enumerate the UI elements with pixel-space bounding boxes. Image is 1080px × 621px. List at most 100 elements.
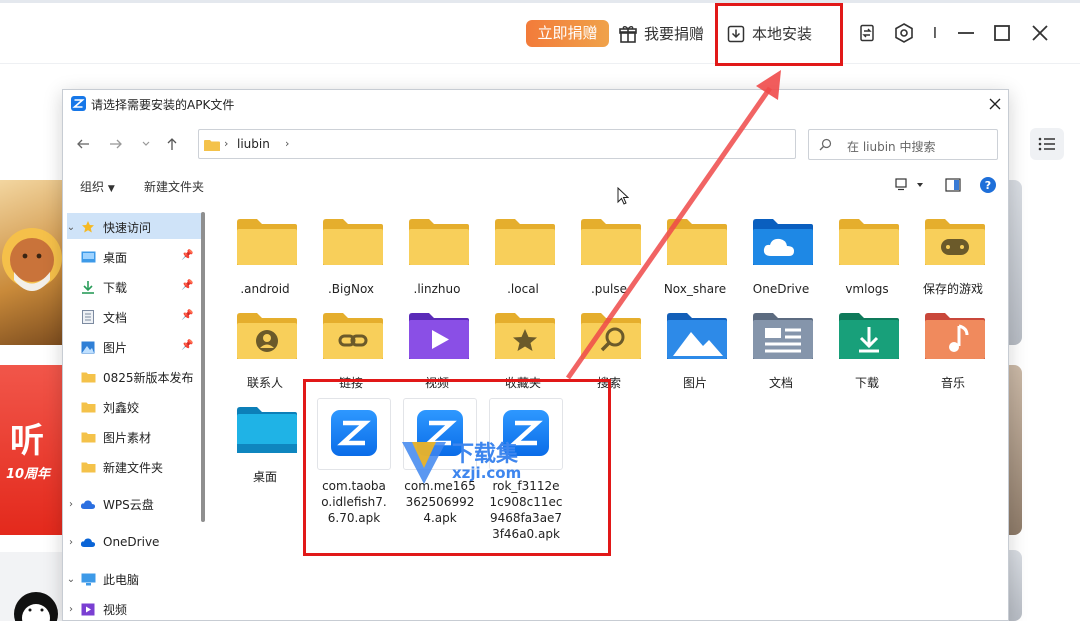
nav-scrollbar[interactable]: [201, 212, 205, 522]
path-segment[interactable]: liubin: [237, 137, 270, 151]
file-label: vmlogs: [845, 282, 889, 296]
nav-item-label: 文档: [103, 310, 128, 325]
download-icon: [79, 280, 97, 295]
folder-linzhuo[interactable]: .linzhuo: [395, 210, 479, 296]
dialog-close-button[interactable]: [985, 94, 1005, 114]
folder-icon: [323, 219, 383, 265]
pin-icon[interactable]: 📌: [181, 340, 193, 351]
file-label: 文档: [768, 376, 793, 390]
file-label: .linzhuo: [413, 282, 461, 296]
chevron-right-icon[interactable]: ›: [63, 604, 79, 615]
folder-icon: [409, 219, 469, 265]
picture-icon: [79, 340, 97, 355]
chevron-down-icon[interactable]: ⌄: [63, 574, 79, 585]
preview-pane-icon[interactable]: [945, 178, 961, 195]
app-card-right-2[interactable]: [1008, 365, 1022, 535]
audio-app-card-left[interactable]: 听 10周年: [0, 365, 62, 535]
nav-item-label: 新建文件夹: [103, 460, 164, 475]
pin-icon[interactable]: 📌: [181, 280, 193, 291]
file-label: .local: [507, 282, 539, 296]
folder-favorites[interactable]: 收藏夹: [481, 304, 565, 390]
want-donate-button[interactable]: 我要捐赠: [618, 20, 704, 47]
nav-item-videos[interactable]: › 视频: [63, 597, 203, 621]
swap-icon[interactable]: [856, 22, 878, 44]
chevron-right-icon[interactable]: ›: [63, 499, 79, 510]
nav-item-wps-cloud[interactable]: › WPS云盘: [63, 492, 203, 516]
folder-documents[interactable]: 文档: [739, 304, 823, 390]
nav-item-pictures[interactable]: 图片 📌: [63, 335, 203, 359]
audio-app-subtext: 10周年: [6, 467, 51, 482]
qq-card-left[interactable]: [0, 552, 62, 621]
organize-menu[interactable]: 组织 ▼: [80, 178, 115, 195]
nav-item-documents[interactable]: 文档 📌: [63, 305, 203, 329]
nav-item-downloads[interactable]: 下载 📌: [63, 275, 203, 299]
dialog-title: 请选择需要安装的APK文件: [91, 98, 235, 112]
nav-item-folder-liuxinjiao[interactable]: 刘鑫姣: [63, 395, 203, 419]
maximize-icon[interactable]: [991, 22, 1013, 44]
folder-pictures[interactable]: 图片: [653, 304, 737, 390]
arrow-right-icon: [110, 139, 122, 149]
folder-desktop[interactable]: 桌面: [223, 398, 307, 484]
document-folder-icon: [753, 313, 813, 359]
highlight-local-install: [715, 3, 843, 66]
nav-item-label: 下载: [103, 280, 128, 295]
chevron-right-icon[interactable]: ›: [63, 537, 79, 548]
folder-saved-games[interactable]: 保存的游戏: [911, 210, 995, 296]
list-view-button[interactable]: [1030, 128, 1064, 160]
minimize-icon[interactable]: [955, 22, 977, 44]
pin-icon[interactable]: 📌: [181, 310, 193, 321]
folder-nox-share[interactable]: Nox_share: [653, 210, 737, 296]
folder-downloads[interactable]: 下载: [825, 304, 909, 390]
nav-item-this-pc[interactable]: ⌄ 此电脑: [63, 567, 203, 591]
dialog-titlebar: 请选择需要安装的APK文件: [63, 90, 1008, 118]
caret-down-icon: ▼: [107, 184, 115, 194]
watermark: 下载集 xzji.com: [394, 432, 554, 492]
back-button[interactable]: [73, 134, 93, 154]
nav-item-folder-0825[interactable]: 0825新版本发布: [63, 365, 203, 389]
app-card-right-1[interactable]: [1008, 180, 1022, 345]
folder-pulse[interactable]: .pulse: [567, 210, 651, 296]
nav-item-label: 刘鑫姣: [103, 400, 140, 415]
nav-item-folder-picture-assets[interactable]: 图片素材: [63, 425, 203, 449]
folder-searches[interactable]: 搜索: [567, 304, 651, 390]
close-app-icon[interactable]: [1029, 22, 1051, 44]
game-card-left[interactable]: [0, 180, 62, 345]
settings-icon[interactable]: [893, 22, 915, 44]
chevron-down-icon[interactable]: ⌄: [63, 222, 79, 233]
folder-links[interactable]: 链接: [309, 304, 393, 390]
folder-videos[interactable]: 视频: [395, 304, 479, 390]
chevron-right-icon[interactable]: ›: [285, 137, 289, 150]
folder-android[interactable]: .android: [223, 210, 307, 296]
folder-icon: [203, 139, 221, 155]
mouse-cursor-icon: [617, 186, 630, 208]
app-top-border: [0, 0, 1080, 3]
address-bar[interactable]: › liubin ›: [198, 129, 920, 159]
forward-button[interactable]: [106, 134, 126, 154]
pin-icon[interactable]: 📌: [181, 250, 193, 261]
folder-contacts[interactable]: 联系人: [223, 304, 307, 390]
command-bar: 组织 ▼ 新建文件夹 ?: [63, 172, 1008, 200]
search-input[interactable]: 在 liubin 中搜索: [808, 129, 998, 160]
nav-item-folder-new[interactable]: 新建文件夹: [63, 455, 203, 479]
computer-icon: [79, 572, 97, 587]
watermark-text-url: xzji.com: [452, 464, 522, 482]
app-card-right-3[interactable]: [1008, 550, 1022, 621]
folder-onedrive[interactable]: OneDrive: [739, 210, 823, 296]
folder-vmlogs[interactable]: vmlogs: [825, 210, 909, 296]
help-icon[interactable]: ?: [979, 176, 997, 197]
view-options-icon[interactable]: [895, 178, 923, 195]
folder-local[interactable]: .local: [481, 210, 565, 296]
folder-music[interactable]: 音乐: [911, 304, 995, 390]
file-label: 联系人: [246, 376, 283, 390]
nav-item-desktop[interactable]: 桌面 📌: [63, 245, 203, 269]
nav-item-label: 快速访问: [103, 220, 152, 235]
new-folder-button[interactable]: 新建文件夹: [144, 178, 204, 195]
nav-item-quick-access[interactable]: ⌄ 快速访问: [63, 215, 203, 239]
folder-bignox[interactable]: .BigNox: [309, 210, 393, 296]
recent-dropdown[interactable]: [136, 134, 156, 154]
donate-now-button[interactable]: 立即捐赠: [526, 20, 609, 47]
nav-item-onedrive[interactable]: › OneDrive: [63, 530, 203, 554]
up-button[interactable]: [162, 134, 182, 154]
download-arrow-watermark-icon: [402, 442, 446, 484]
gift-icon: [619, 25, 637, 43]
